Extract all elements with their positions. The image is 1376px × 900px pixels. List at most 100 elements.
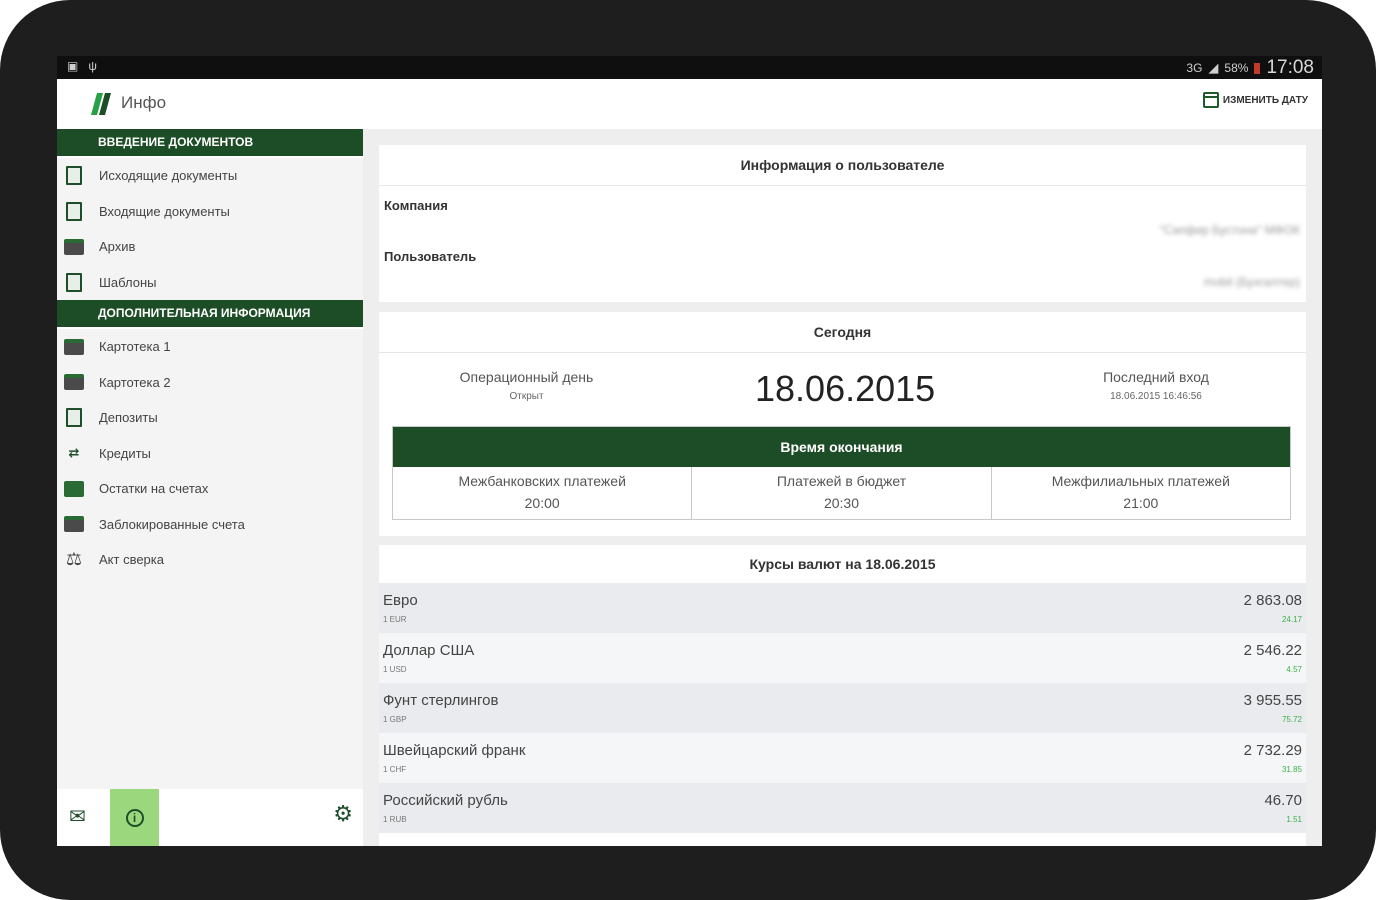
mail-icon[interactable]: ✉	[69, 804, 86, 829]
last-login-label: Последний вход	[1103, 369, 1209, 385]
rate-row[interactable]: Фунт стерлингов 1 GBP 3 955.55 75.72	[379, 683, 1306, 733]
sidebar-item-credits[interactable]: ⇄ Кредиты	[57, 436, 363, 472]
templates-icon	[63, 271, 85, 293]
outgoing-docs-icon	[63, 165, 85, 187]
info-button[interactable]: i	[110, 789, 159, 846]
end-time-header: Время окончания	[393, 427, 1290, 467]
network-type: 3G	[1186, 61, 1203, 75]
sidebar-item-label: Остатки на счетах	[99, 481, 209, 497]
change-date-label: ИЗМЕНИТЬ ДАТУ	[1222, 94, 1308, 106]
sidebar-item-outgoing[interactable]: Исходящие документы	[57, 158, 363, 194]
today-card: Сегодня Операционный день Открыт 18.06.2…	[379, 312, 1306, 536]
currency-name: Швейцарский франк	[383, 742, 526, 759]
currency-name: Фунт стерлингов	[383, 692, 499, 709]
balances-icon	[63, 478, 85, 500]
sidebar-item-reconciliation[interactable]: ⚖ Акт сверка	[57, 542, 363, 578]
sidebar-item-label: Акт сверка	[99, 552, 164, 568]
last-login-value: 18.06.2015 16:46:56	[1110, 391, 1202, 402]
sidebar-item-incoming[interactable]: Входящие документы	[57, 194, 363, 230]
blocked-accounts-icon	[63, 513, 85, 535]
gear-icon[interactable]: ⚙	[333, 801, 353, 827]
sidebar-item-label: Картотека 1	[99, 339, 171, 355]
clock: 17:08	[1266, 57, 1314, 78]
sidebar-bottom-bar: ✉ i ⚙	[57, 789, 363, 846]
app-logo-icon	[91, 93, 111, 115]
signal-icon: ◢	[1208, 60, 1219, 75]
sidebar-item-label: Картотека 2	[99, 374, 171, 390]
sidebar-item-label: Исходящие документы	[99, 168, 238, 184]
section-header-additional: ДОПОЛНИТЕЛЬНАЯ ИНФОРМАЦИЯ	[57, 300, 363, 329]
currency-code: 1 CHF	[383, 765, 407, 774]
rates-title: Курсы валют на 18.06.2015	[749, 556, 936, 572]
user-info-card: Информация о пользователе Компания "Сапф…	[379, 145, 1306, 302]
info-icon: i	[125, 808, 144, 827]
incoming-docs-icon	[63, 200, 85, 222]
currency-name: Доллар США	[383, 642, 475, 659]
rate-value: 2 546.22	[1243, 642, 1302, 659]
company-label: Компания	[384, 198, 448, 213]
end-time-label: Платежей в бюджет	[776, 473, 907, 489]
sidebar-item-label: Шаблоны	[99, 274, 157, 290]
rate-value: 3 955.55	[1243, 692, 1302, 709]
last-login: Последний вход 18.06.2015 16:46:56	[1086, 369, 1226, 402]
currency-code: 1 GBP	[383, 715, 407, 724]
rate-row[interactable]: Доллар США 1 USD 2 546.22 4.57	[379, 633, 1306, 683]
rate-value: 2 863.08	[1243, 592, 1302, 609]
operational-day: Операционный день Открыт	[439, 369, 614, 402]
scales-icon: ⚖	[65, 549, 83, 570]
sidebar-item-balances[interactable]: Остатки на счетах	[57, 471, 363, 507]
op-day-label: Операционный день	[459, 369, 594, 385]
end-time-label: Межфилиальных платежей	[1051, 473, 1230, 489]
sidebar-item-label: Архив	[99, 239, 136, 255]
user-label: Пользователь	[384, 249, 477, 264]
currency-code: 1 EUR	[383, 615, 407, 624]
sidebar-item-label: Депозиты	[99, 410, 158, 426]
sidebar-item-label: Входящие документы	[99, 203, 230, 219]
op-day-status: Открыт	[509, 391, 544, 402]
app-bar: Инфо ИЗМЕНИТЬ ДАТУ	[57, 79, 1322, 129]
currency-code: 1 RUB	[383, 815, 407, 824]
section-header-documents: ВВЕДЕНИЕ ДОКУМЕНТОВ	[57, 129, 363, 158]
end-time-value: 20:00	[524, 495, 560, 511]
card-index-icon	[63, 336, 85, 358]
screen: ▣ ψ 3G ◢ 58% 17:08 Инфо ИЗМЕНИТЬ ДАТУ ВВ…	[57, 56, 1322, 846]
sidebar-item-label: Кредиты	[99, 445, 151, 461]
archive-icon	[63, 236, 85, 258]
sidebar-item-card-index-1[interactable]: Картотека 1	[57, 329, 363, 365]
sidebar-item-label: Заблокированные счета	[99, 516, 245, 532]
sidebar-item-archive[interactable]: Архив	[57, 229, 363, 265]
change-date-button[interactable]: ИЗМЕНИТЬ ДАТУ	[1202, 92, 1308, 108]
end-time-value: 21:00	[1123, 495, 1159, 511]
sidebar-item-deposits[interactable]: Депозиты	[57, 400, 363, 436]
sidebar: ВВЕДЕНИЕ ДОКУМЕНТОВ Исходящие документы …	[57, 129, 363, 846]
rate-change: 4.57	[1286, 665, 1302, 674]
screenshot-icon: ▣	[67, 59, 79, 73]
sidebar-item-blocked-accounts[interactable]: Заблокированные счета	[57, 507, 363, 543]
deposits-icon	[63, 407, 85, 429]
rate-row[interactable]: Швейцарский франк 1 CHF 2 732.29 31.85	[379, 733, 1306, 783]
user-info-title: Информация о пользователе	[379, 145, 1306, 186]
main-content: Информация о пользователе Компания "Сапф…	[379, 145, 1306, 846]
battery-icon	[1254, 62, 1261, 74]
sidebar-item-card-index-2[interactable]: Картотека 2	[57, 365, 363, 401]
tablet-frame: ▣ ψ 3G ◢ 58% 17:08 Инфо ИЗМЕНИТЬ ДАТУ ВВ…	[0, 0, 1376, 900]
current-date: 18.06.2015	[755, 368, 936, 409]
rate-row[interactable]: Российский рубль 1 RUB 46.70 1.51	[379, 783, 1306, 833]
sidebar-item-templates[interactable]: Шаблоны	[57, 265, 363, 301]
currency-code: 1 USD	[383, 665, 407, 674]
rate-change: 31.85	[1281, 765, 1302, 774]
rate-change: 75.72	[1281, 715, 1302, 724]
end-time-budget: Платежей в бюджет 20:30	[691, 467, 990, 519]
today-title: Сегодня	[379, 312, 1306, 353]
rate-value: 46.70	[1264, 792, 1302, 809]
user-value: mobil (Бухгалтер)	[1203, 275, 1300, 289]
app-title: Инфо	[121, 93, 167, 112]
rate-change: 1.51	[1286, 815, 1302, 824]
card-index-icon	[63, 371, 85, 393]
battery-level: 58%	[1224, 61, 1249, 75]
sidebar-menu: ВВЕДЕНИЕ ДОКУМЕНТОВ Исходящие документы …	[57, 129, 363, 789]
rate-change: 24.17	[1281, 615, 1302, 624]
end-time-label: Межбанковских платежей	[458, 473, 626, 489]
company-value: "Сапфир Бустона" МФОК	[1159, 223, 1300, 237]
rate-row[interactable]: Евро 1 EUR 2 863.08 24.17	[379, 583, 1306, 633]
